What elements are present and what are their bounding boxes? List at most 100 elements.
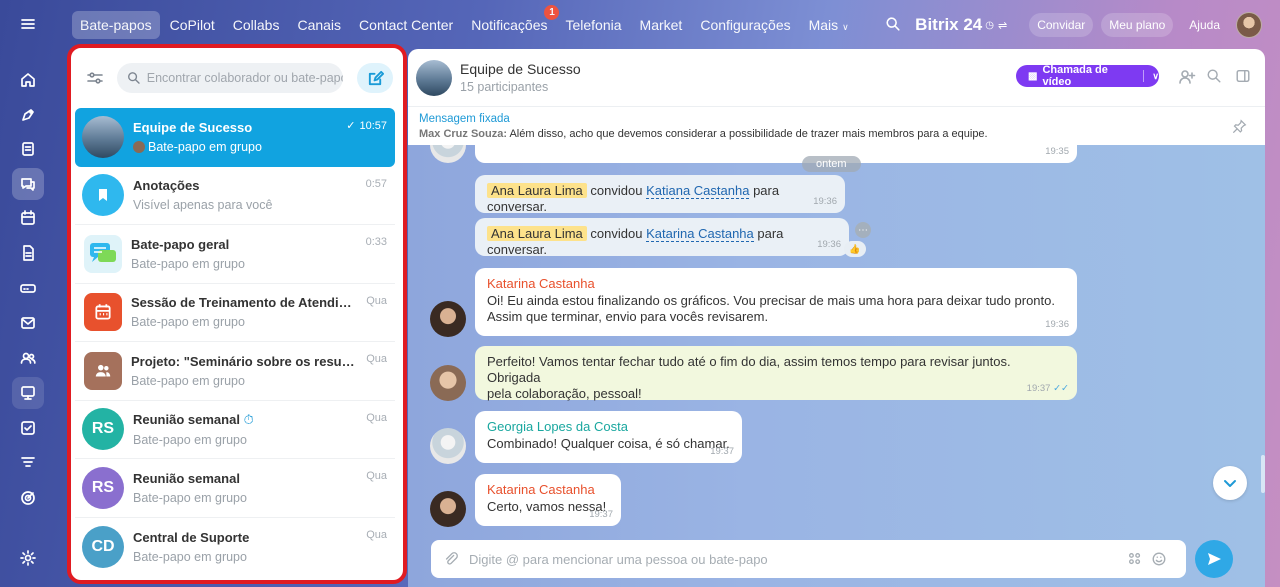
avatar[interactable]	[430, 301, 466, 337]
invited-user-link[interactable]: Katarina Castanha	[646, 226, 754, 242]
message-list: 19:35 ontem Ana Laura Lima convidou Kati…	[408, 145, 1265, 587]
grid-apps-icon[interactable]	[1127, 551, 1143, 567]
my-plan-button[interactable]: Meu plano	[1101, 13, 1174, 37]
left-rail	[0, 0, 56, 587]
message-text-line: Perfeito! Vamos tentar fechar tudo até o…	[487, 354, 1011, 385]
chevron-down-icon[interactable]: ∨	[1152, 71, 1159, 82]
help-link[interactable]: Ajuda	[1181, 13, 1228, 37]
chat-time: 0:57	[365, 177, 387, 190]
avatar[interactable]	[430, 491, 466, 527]
message-input[interactable]	[469, 551, 1109, 567]
more-dots-icon[interactable]: ⋯	[855, 222, 871, 238]
invite-button[interactable]: Convidar	[1029, 13, 1094, 37]
sites-icon[interactable]	[12, 377, 44, 409]
sidebar-toggle-icon[interactable]	[1235, 68, 1253, 86]
nav-settings[interactable]: Configurações	[692, 11, 798, 39]
chat-search-input[interactable]	[146, 71, 343, 85]
brand-logo[interactable]: Bitrix 24	[915, 15, 982, 35]
chat-item-central-de-suporte[interactable]: CD Central de Suporte Bate-papo em grupo …	[75, 518, 395, 577]
nav-notifications[interactable]: Notificações 1	[463, 5, 560, 39]
drive-icon[interactable]	[12, 272, 44, 304]
search-icon	[128, 72, 140, 84]
sliders-icon[interactable]: ⇌	[998, 19, 1007, 32]
document-icon[interactable]	[12, 237, 44, 269]
message-bubble: Katarina Castanha Oi! Eu ainda estou fin…	[475, 268, 1077, 336]
nav-contact-center[interactable]: Contact Center	[351, 11, 461, 39]
avatar[interactable]	[430, 428, 466, 464]
settings-gear-icon[interactable]	[12, 542, 44, 574]
video-call-button[interactable]: ▩ Chamada de vídeo ∨	[1016, 64, 1159, 88]
menu-icon[interactable]	[12, 8, 44, 40]
chat-title: Central de Suporte	[133, 529, 250, 545]
message-author[interactable]: Katarina Castanha	[487, 276, 1065, 292]
feed-icon[interactable]	[12, 99, 44, 131]
chat-list-header	[71, 48, 403, 108]
chat-item-projeto-seminario[interactable]: Projeto: "Seminário sobre os resultado..…	[75, 342, 395, 401]
filter-sliders-icon[interactable]	[81, 64, 109, 92]
nav-channels[interactable]: Canais	[289, 11, 349, 39]
message-text-line: Combinado! Qualquer coisa, é só chamar.	[487, 436, 730, 451]
video-call-label: Chamada de vídeo	[1042, 64, 1108, 88]
send-button[interactable]	[1195, 540, 1233, 578]
nav-copilot[interactable]: CoPilot	[162, 11, 223, 39]
actor-name[interactable]: Ana Laura Lima	[487, 183, 587, 198]
action-verb: convidou	[590, 226, 643, 241]
funnel-icon[interactable]	[12, 447, 44, 479]
calendar-icon[interactable]	[12, 202, 44, 234]
chat-item-bate-papo-geral[interactable]: Bate-papo geral Bate-papo em grupo 0:33	[75, 225, 395, 284]
group-avatar[interactable]	[416, 59, 452, 96]
chat-title: Projeto: "Seminário sobre os resultado..…	[131, 353, 384, 369]
chat-header-title[interactable]: Equipe de Sucesso	[460, 61, 581, 77]
user-avatar[interactable]	[1236, 12, 1262, 38]
chat-subtitle-text: Bate-papo em grupo	[148, 140, 262, 155]
avatar[interactable]	[430, 145, 466, 163]
chat-icon[interactable]	[12, 168, 44, 200]
goals-icon[interactable]	[12, 482, 44, 514]
chat-item-equipe-de-sucesso[interactable]: Equipe de Sucesso Bate-papo em grupo ✓ 10…	[75, 108, 395, 167]
avatar[interactable]	[430, 365, 466, 401]
top-bar: Bate-papos CoPilot Collabs Canais Contac…	[56, 0, 1280, 50]
mail-icon[interactable]	[12, 307, 44, 339]
new-chat-button[interactable]	[357, 63, 393, 93]
search-icon[interactable]	[885, 16, 903, 34]
message-time: 19:37 ✓✓	[1027, 381, 1069, 397]
like-reaction-icon[interactable]: 👍	[844, 241, 866, 257]
emoji-icon[interactable]	[1151, 551, 1167, 567]
chat-time: Qua	[366, 353, 387, 365]
chat-item-reuniao-semanal-2[interactable]: RS Reunião semanal Bate-papo em grupo Qua	[75, 459, 395, 518]
actor-name[interactable]: Ana Laura Lima	[487, 226, 587, 241]
nav-more[interactable]: Mais ∨	[801, 11, 857, 39]
nav-notifications-label: Notificações	[471, 17, 548, 33]
participants-count[interactable]: 15 participantes	[460, 80, 581, 94]
contacts-icon[interactable]	[12, 342, 44, 374]
message-author[interactable]: Georgia Lopes da Costa	[487, 419, 730, 435]
paperclip-icon[interactable]	[443, 551, 459, 567]
nav-collabs[interactable]: Collabs	[225, 11, 288, 39]
pinned-message[interactable]: Mensagem fixada Max Cruz Souza: Além dis…	[408, 106, 1265, 145]
search-icon[interactable]	[1206, 68, 1224, 86]
pinned-label: Mensagem fixada	[419, 113, 510, 125]
scroll-down-button[interactable]	[1213, 466, 1247, 500]
message-text-line: Oi! Eu ainda estou finalizando os gráfic…	[487, 293, 1055, 308]
invited-user-link[interactable]: Katiana Castanha	[646, 183, 750, 199]
chat-search-box[interactable]	[117, 63, 343, 93]
checkmark-icon: ✓	[346, 120, 356, 132]
date-divider: ontem	[802, 156, 861, 172]
tasks-list-icon[interactable]	[12, 133, 44, 165]
pinned-text: Max Cruz Souza: Além disso, acho que dev…	[419, 128, 988, 140]
chevron-down-icon	[1224, 480, 1236, 487]
nav-market[interactable]: Market	[632, 11, 691, 39]
message-author[interactable]: Katarina Castanha	[487, 482, 609, 498]
chat-item-sessao-treinamento[interactable]: Sessão de Treinamento de Atendiment... Ba…	[75, 284, 395, 342]
nav-telephony[interactable]: Telefonia	[557, 11, 629, 39]
pin-icon[interactable]	[1232, 119, 1247, 137]
chat-item-reuniao-semanal-1[interactable]: RS Reunião semanal ⏱ Bate-papo em grupo Q…	[75, 401, 395, 459]
add-user-icon[interactable]	[1178, 68, 1196, 86]
home-icon[interactable]	[12, 64, 44, 96]
system-message: Ana Laura Lima convidou Katiana Castanha…	[475, 175, 845, 214]
nav-chats[interactable]: Bate-papos	[72, 11, 160, 39]
chat-item-anotacoes[interactable]: Anotações Visível apenas para você 0:57	[75, 167, 395, 225]
scrollbar[interactable]	[1261, 455, 1265, 493]
checklist-icon[interactable]	[12, 412, 44, 444]
action-verb: convidou	[590, 183, 643, 198]
